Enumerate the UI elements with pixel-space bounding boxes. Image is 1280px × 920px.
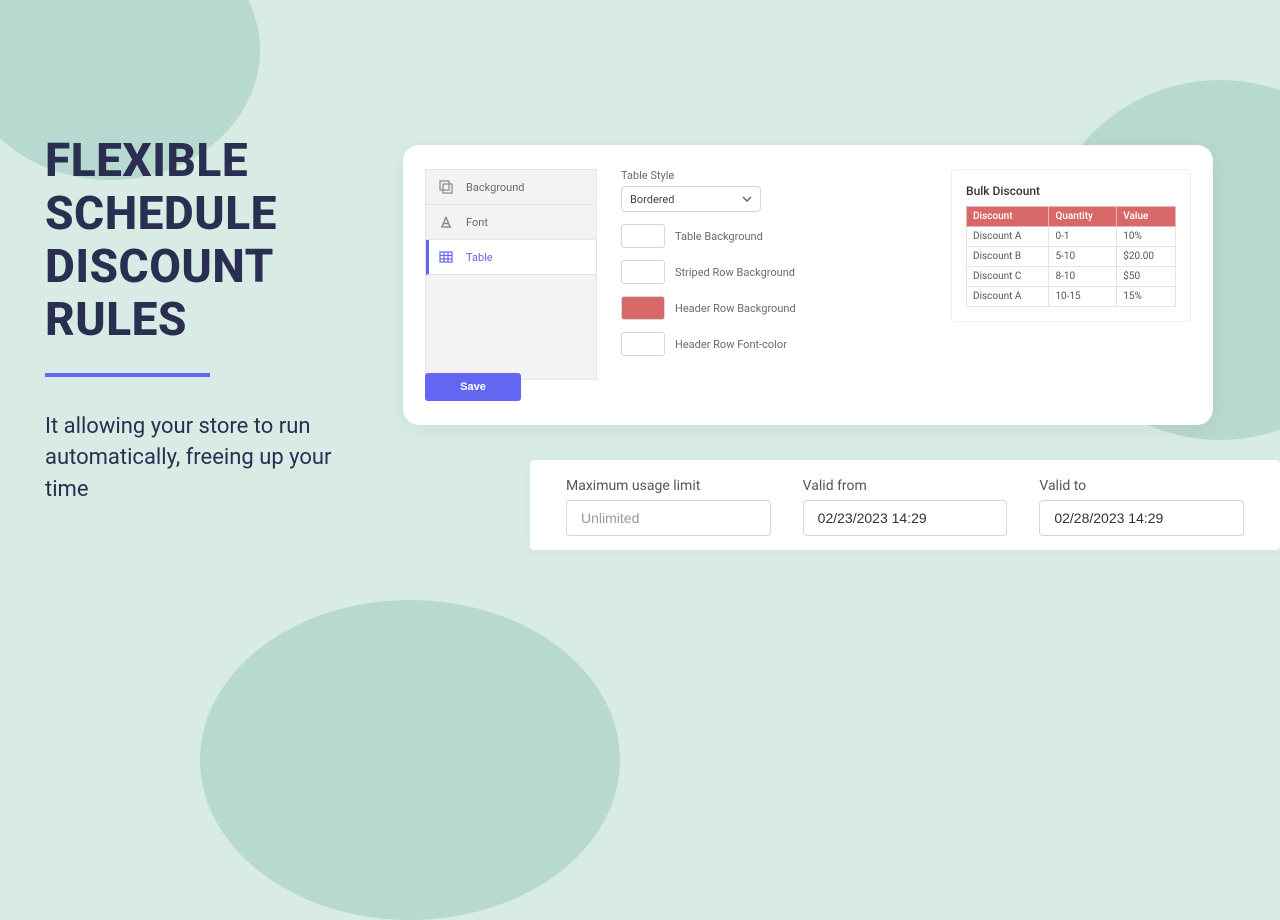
font-icon [438, 214, 454, 230]
table-header: Quantity [1049, 207, 1117, 227]
sidebar-item-font[interactable]: Font [426, 205, 596, 240]
table-row: Discount C8-10$50 [967, 267, 1176, 287]
color-swatch[interactable] [621, 224, 665, 248]
decorative-blob [200, 600, 620, 920]
sidebar-item-background[interactable]: Background [426, 170, 596, 205]
chevron-down-icon [742, 196, 752, 202]
color-row-header-bg: Header Row Background [621, 296, 796, 320]
title-underline [45, 373, 210, 377]
table-header: Discount [967, 207, 1049, 227]
schedule-panel: Maximum usage limit Valid from Valid to [530, 460, 1280, 550]
valid-from-input[interactable] [803, 500, 1008, 536]
valid-from-field: Valid from [803, 478, 1008, 532]
table-row: Discount A0-110% [967, 227, 1176, 247]
color-label: Header Row Font-color [675, 338, 787, 351]
color-swatch[interactable] [621, 296, 665, 320]
color-row-header-font: Header Row Font-color [621, 332, 796, 356]
color-label: Striped Row Background [675, 266, 795, 279]
valid-to-field: Valid to [1039, 478, 1244, 532]
table-icon [438, 249, 454, 265]
max-usage-field: Maximum usage limit [566, 478, 771, 532]
color-label: Header Row Background [675, 302, 796, 315]
settings-panel: Background Font Table Save Table Style B… [403, 145, 1213, 425]
table-style-section: Table Style Bordered Table Background St… [621, 169, 796, 356]
sidebar-empty-space [426, 275, 596, 379]
hero-title: FLEXIBLE SCHEDULE DISCOUNT RULES [45, 135, 375, 347]
sidebar-item-label: Background [466, 181, 524, 194]
select-value: Bordered [630, 193, 674, 206]
preview-title: Bulk Discount [966, 184, 1176, 198]
table-style-label: Table Style [621, 169, 796, 182]
table-row: Discount A10-1515% [967, 287, 1176, 307]
settings-sidebar: Background Font Table [425, 169, 597, 380]
color-row-table-bg: Table Background [621, 224, 796, 248]
sidebar-item-label: Table [466, 251, 493, 264]
field-label: Valid to [1039, 478, 1244, 494]
save-button[interactable]: Save [425, 373, 521, 401]
hero-subtitle: It allowing your store to run automatica… [45, 411, 375, 507]
color-swatch[interactable] [621, 260, 665, 284]
field-label: Valid from [803, 478, 1008, 494]
preview-panel: Bulk Discount Discount Quantity Value Di… [951, 169, 1191, 322]
table-style-select[interactable]: Bordered [621, 186, 761, 212]
bulk-discount-table: Discount Quantity Value Discount A0-110%… [966, 206, 1176, 307]
table-row: Discount B5-10$20.00 [967, 247, 1176, 267]
hero-section: FLEXIBLE SCHEDULE DISCOUNT RULES It allo… [45, 135, 375, 506]
color-label: Table Background [675, 230, 763, 243]
max-usage-input[interactable] [566, 500, 771, 536]
layers-icon [438, 179, 454, 195]
color-swatch[interactable] [621, 332, 665, 356]
color-row-striped-bg: Striped Row Background [621, 260, 796, 284]
field-label: Maximum usage limit [566, 478, 771, 494]
valid-to-input[interactable] [1039, 500, 1244, 536]
sidebar-item-table[interactable]: Table [426, 240, 596, 275]
table-header: Value [1117, 207, 1176, 227]
sidebar-item-label: Font [466, 216, 488, 229]
